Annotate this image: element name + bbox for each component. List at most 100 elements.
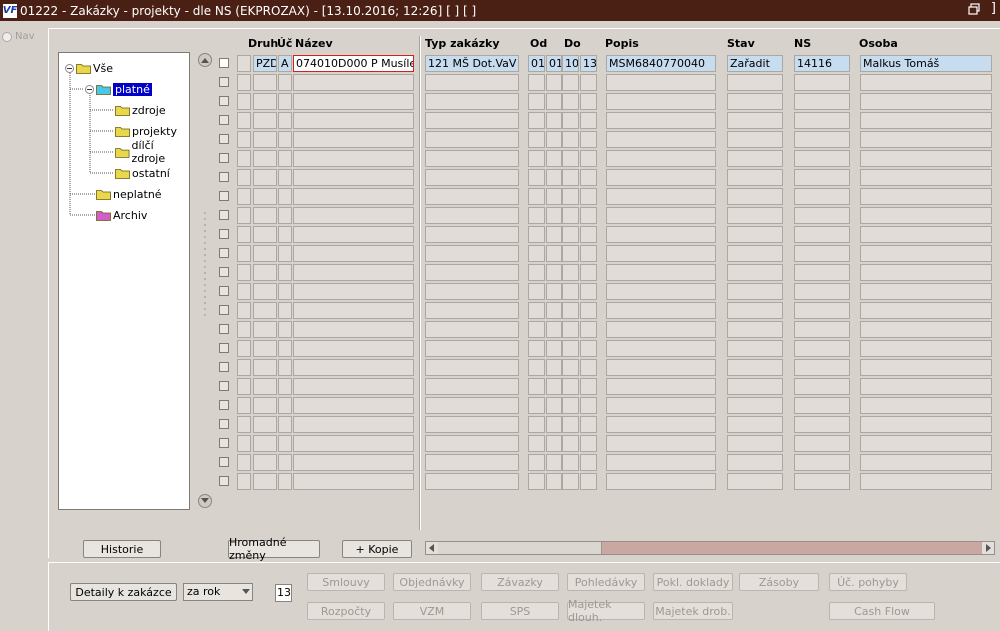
grid-cell[interactable] <box>278 378 292 395</box>
grid-cell[interactable] <box>253 397 277 414</box>
action-button[interactable]: Cash Flow <box>829 602 935 620</box>
grid-cell[interactable] <box>237 473 251 490</box>
grid-cell[interactable] <box>425 150 519 167</box>
grid-cell[interactable] <box>237 207 251 224</box>
grid-cell[interactable] <box>253 207 277 224</box>
grid-cell[interactable] <box>425 340 519 357</box>
action-button[interactable]: Úč. pohyby <box>829 573 907 591</box>
grid-cell[interactable] <box>546 93 562 110</box>
row-checkbox[interactable] <box>219 210 229 220</box>
grid-cell[interactable] <box>237 454 251 471</box>
grid-cell[interactable] <box>727 245 783 262</box>
scroll-down-icon[interactable] <box>198 494 212 508</box>
grid-cell[interactable] <box>528 378 545 395</box>
grid-cell[interactable] <box>794 378 850 395</box>
grid-cell[interactable] <box>580 245 597 262</box>
grid-cell[interactable] <box>528 283 545 300</box>
grid-cell[interactable] <box>293 321 414 338</box>
grid-cell[interactable] <box>528 188 545 205</box>
grid-cell[interactable] <box>278 283 292 300</box>
grid-cell[interactable] <box>580 302 597 319</box>
grid-cell[interactable] <box>546 473 562 490</box>
grid-cell[interactable] <box>528 169 545 186</box>
grid-cell[interactable] <box>425 169 519 186</box>
grid-cell[interactable] <box>528 93 545 110</box>
grid-cell[interactable] <box>237 416 251 433</box>
grid-cell[interactable] <box>794 150 850 167</box>
grid-cell[interactable] <box>860 321 992 338</box>
grid-cell[interactable] <box>727 340 783 357</box>
grid-cell[interactable] <box>425 473 519 490</box>
grid-cell[interactable] <box>580 416 597 433</box>
grid-cell[interactable] <box>293 169 414 186</box>
grid-cell[interactable] <box>425 397 519 414</box>
grid-cell[interactable] <box>528 245 545 262</box>
grid-cell[interactable] <box>794 93 850 110</box>
tree-node[interactable]: neplatné <box>96 187 162 201</box>
grid-cell[interactable] <box>727 74 783 91</box>
grid-cell[interactable] <box>546 74 562 91</box>
row-checkbox[interactable] <box>219 172 229 182</box>
grid-cell[interactable] <box>580 150 597 167</box>
grid-cell[interactable] <box>528 131 545 148</box>
tree-node[interactable]: Archiv <box>96 208 147 222</box>
grid-cell[interactable] <box>860 264 992 281</box>
grid-cell[interactable] <box>278 93 292 110</box>
row-checkbox[interactable] <box>219 324 229 334</box>
grid-cell[interactable] <box>425 321 519 338</box>
grid-cell[interactable] <box>580 283 597 300</box>
grid-cell[interactable] <box>606 188 716 205</box>
grid-cell[interactable] <box>606 150 716 167</box>
grid-cell[interactable] <box>528 340 545 357</box>
grid-cell[interactable] <box>293 131 414 148</box>
grid-cell[interactable] <box>546 302 562 319</box>
grid-cell[interactable] <box>425 131 519 148</box>
grid-cell[interactable] <box>425 416 519 433</box>
grid-cell[interactable] <box>293 112 414 129</box>
grid-cell[interactable] <box>253 283 277 300</box>
grid-cell[interactable] <box>562 226 579 243</box>
grid-cell[interactable] <box>606 207 716 224</box>
grid-cell[interactable] <box>606 264 716 281</box>
row-checkbox[interactable] <box>219 362 229 372</box>
grid-cell[interactable] <box>425 378 519 395</box>
grid-cell[interactable] <box>237 226 251 243</box>
grid-cell[interactable] <box>237 397 251 414</box>
grid-cell[interactable] <box>727 226 783 243</box>
grid-cell[interactable] <box>580 435 597 452</box>
grid-cell[interactable] <box>425 264 519 281</box>
grid-cell[interactable] <box>278 454 292 471</box>
grid-cell[interactable] <box>237 435 251 452</box>
grid-cell[interactable] <box>253 245 277 262</box>
grid-cell[interactable] <box>293 207 414 224</box>
grid-cell[interactable] <box>293 245 414 262</box>
grid-cell[interactable] <box>860 74 992 91</box>
grid-cell[interactable] <box>237 359 251 376</box>
grid-cell[interactable] <box>794 283 850 300</box>
row-checkbox[interactable] <box>219 305 229 315</box>
grid-cell[interactable] <box>528 321 545 338</box>
grid-cell[interactable] <box>794 321 850 338</box>
grid-cell[interactable] <box>794 131 850 148</box>
collapse-icon[interactable] <box>65 63 74 73</box>
row-checkbox[interactable] <box>219 343 229 353</box>
tree-node[interactable]: Vše <box>65 61 113 75</box>
grid-cell[interactable] <box>860 131 992 148</box>
row-checkbox[interactable] <box>219 77 229 87</box>
grid-cell[interactable] <box>727 131 783 148</box>
grid-cell[interactable] <box>860 283 992 300</box>
row-checkbox[interactable] <box>219 457 229 467</box>
grid-cell[interactable] <box>528 207 545 224</box>
scroll-left-icon[interactable] <box>426 542 438 554</box>
grid-cell[interactable]: 10 <box>562 55 579 72</box>
grid-cell[interactable] <box>794 74 850 91</box>
grid-cell[interactable] <box>727 283 783 300</box>
grid-cell[interactable] <box>606 169 716 186</box>
grid-cell[interactable] <box>794 302 850 319</box>
grid-cell[interactable] <box>293 473 414 490</box>
grid-cell[interactable] <box>253 473 277 490</box>
column-header[interactable]: Osoba <box>859 37 898 50</box>
grid-cell[interactable] <box>727 435 783 452</box>
grid-cell[interactable] <box>528 264 545 281</box>
grid-cell[interactable] <box>562 93 579 110</box>
